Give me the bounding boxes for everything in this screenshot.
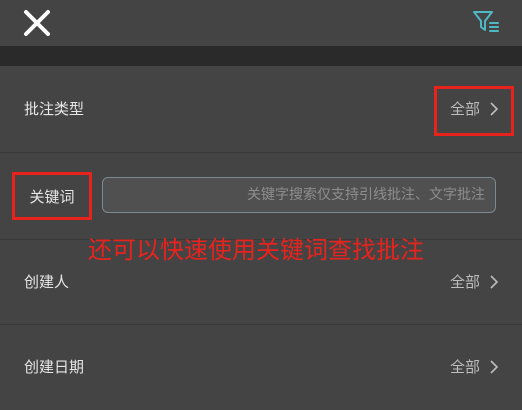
keyword-highlight-box: 关键词 [12, 172, 92, 220]
close-icon [24, 10, 50, 36]
section-divider [0, 46, 522, 66]
created-date-value: 全部 [449, 358, 480, 376]
filter-button[interactable] [470, 6, 502, 38]
filter-row-annotation-type[interactable]: 批注类型 全部 [0, 66, 522, 153]
chevron-right-icon [490, 275, 498, 289]
annotation-type-label: 批注类型 [24, 100, 85, 118]
creator-label: 创建人 [24, 273, 70, 291]
top-bar [0, 0, 522, 46]
chevron-right-icon [490, 102, 498, 116]
annotation-type-value: 全部 [449, 100, 480, 118]
filter-row-created-date[interactable]: 创建日期 全部 [0, 325, 522, 410]
keyword-label: 关键词 [29, 187, 75, 206]
creator-selector[interactable]: 全部 [450, 272, 498, 292]
created-date-label: 创建日期 [24, 358, 85, 376]
chevron-right-icon [490, 360, 498, 374]
close-button[interactable] [20, 6, 54, 40]
keyword-search-input[interactable] [102, 177, 496, 213]
created-date-selector[interactable]: 全部 [450, 357, 498, 377]
callout-annotation: 还可以快速使用关键词查找批注 [88, 236, 424, 264]
creator-value: 全部 [449, 273, 480, 291]
annotation-type-selector[interactable]: 全部 [450, 99, 498, 119]
filter-icon [473, 11, 499, 32]
filter-row-keyword: 关键词 [0, 153, 522, 240]
